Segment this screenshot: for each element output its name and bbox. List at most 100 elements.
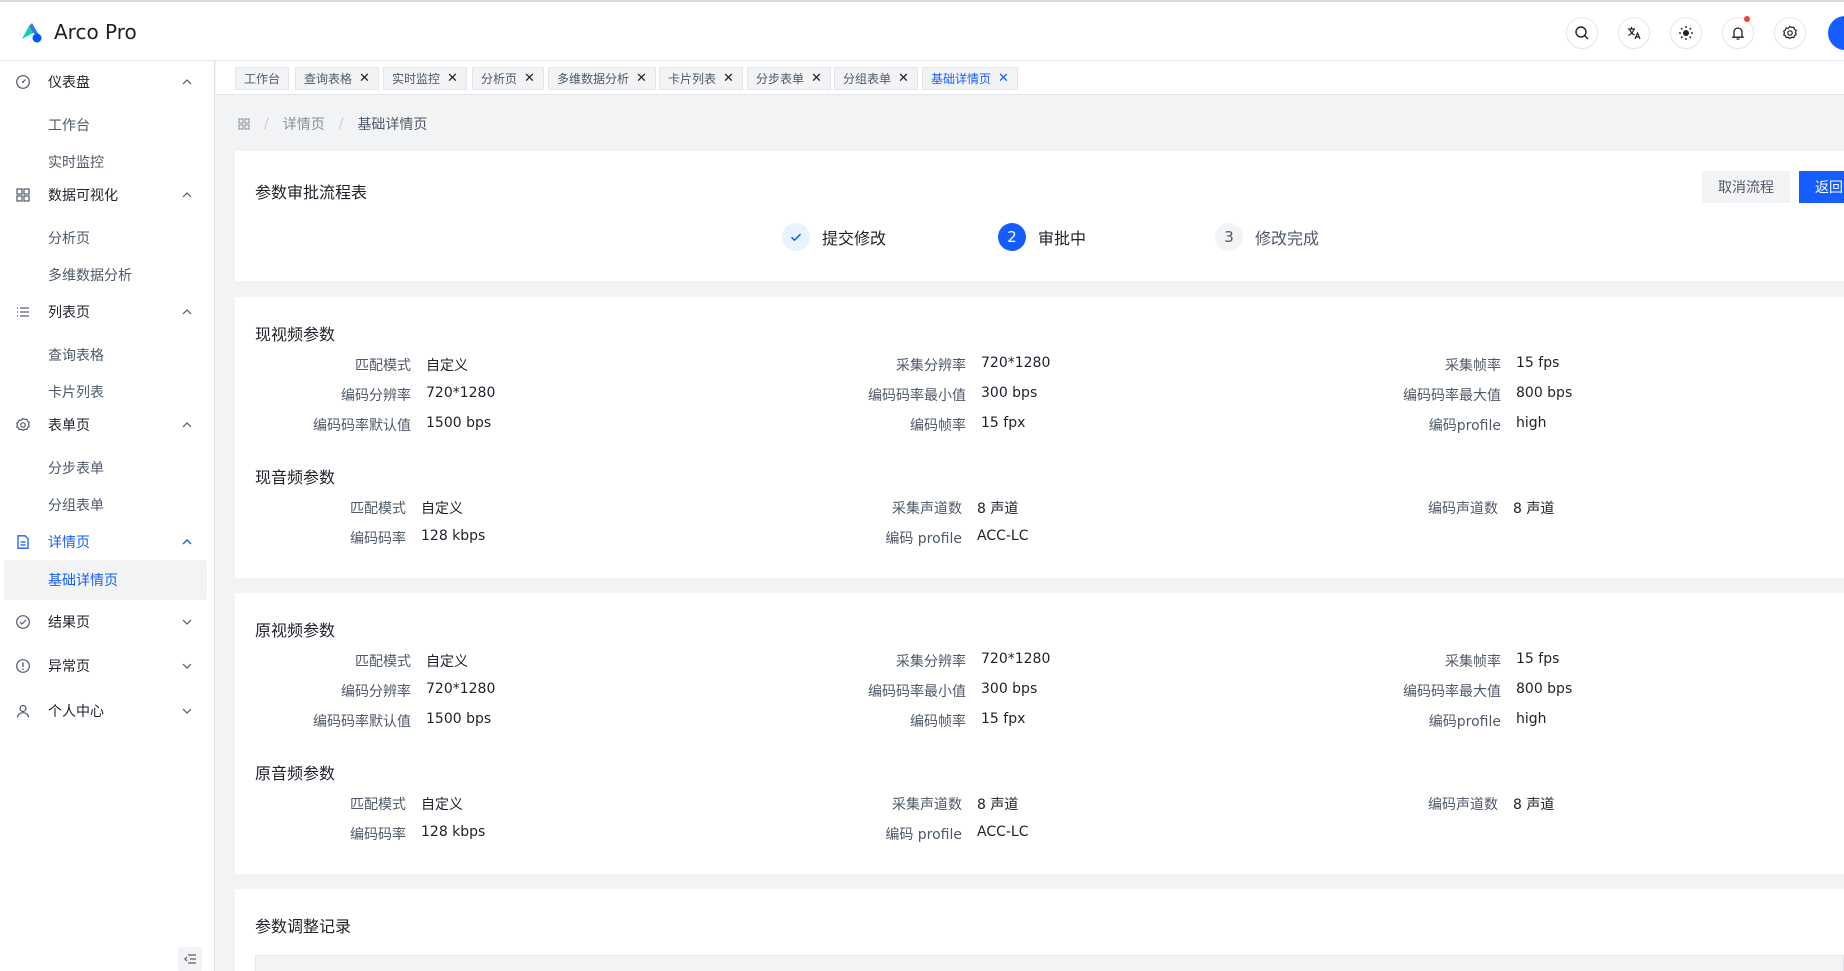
tab-card-list[interactable]: 卡片列表 ✕ (659, 67, 743, 90)
close-icon[interactable]: ✕ (811, 71, 822, 86)
tab-workplace[interactable]: 工作台 (235, 67, 290, 90)
desc-value: 128 kbps (421, 528, 486, 544)
desc-value: 720*1280 (426, 385, 496, 401)
desc-value: 8 声道 (977, 797, 1019, 813)
chevron-up-icon (182, 422, 192, 428)
desc-label: 编码码率 (350, 827, 406, 843)
tab-group-form[interactable]: 分组表单 ✕ (834, 67, 918, 90)
sidebar-group-result[interactable]: 结果页 (0, 602, 215, 642)
desc-label: 匹配模式 (355, 654, 411, 670)
desc-item: 匹配模式 自定义 (291, 794, 463, 814)
close-icon[interactable]: ✕ (998, 71, 1009, 86)
list-icon (17, 307, 29, 317)
desc-label: 编码码率最大值 (1403, 684, 1501, 700)
tab-monitor[interactable]: 实时监控 ✕ (383, 67, 467, 90)
tab-analysis[interactable]: 分析页 ✕ (472, 67, 544, 90)
sidebar-group-form[interactable]: 表单页 (0, 405, 215, 445)
desc-item: 采集分辨率 720*1280 (826, 355, 1050, 375)
desc-value: 800 bps (1516, 681, 1573, 697)
desc-item: 采集帧率 15 fps (1361, 651, 1559, 671)
close-icon[interactable]: ✕ (723, 71, 734, 86)
notification-badge (1744, 16, 1750, 22)
desc-item: 编码声道数 8 声道 (1361, 498, 1554, 518)
theme-toggle-button[interactable] (1670, 17, 1702, 49)
bell-icon (1731, 27, 1745, 40)
step-label: 提交修改 (822, 229, 887, 248)
gear-icon (1783, 25, 1797, 39)
close-icon[interactable]: ✕ (447, 71, 458, 86)
sidebar-group-user[interactable]: 个人中心 (0, 691, 215, 731)
sidebar-item-group-form[interactable]: 分组表单 (4, 485, 207, 525)
sidebar-item-multi-dimension[interactable]: 多维数据分析 (4, 255, 207, 295)
sidebar-item-label: 分组表单 (48, 498, 104, 514)
desc-value: 720*1280 (981, 651, 1051, 667)
desc-item: 编码码率 128 kbps (291, 528, 485, 548)
sidebar-group-list[interactable]: 列表页 (0, 292, 215, 332)
tab-basic-profile[interactable]: 基础详情页 ✕ (922, 67, 1018, 90)
desc-label: 编码帧率 (910, 714, 966, 730)
sidebar-item-workplace[interactable]: 工作台 (4, 105, 207, 145)
tab-step-form[interactable]: 分步表单 ✕ (747, 67, 831, 90)
desc-label: 编码声道数 (1428, 501, 1498, 517)
search-button[interactable] (1566, 17, 1598, 49)
chevron-down-icon (182, 619, 192, 625)
breadcrumb-item[interactable]: 详情页 (283, 114, 325, 134)
close-icon[interactable]: ✕ (359, 71, 370, 86)
sidebar-group-label: 结果页 (48, 615, 90, 631)
apps-icon[interactable] (238, 118, 250, 130)
tab-search-table[interactable]: 查询表格 ✕ (295, 67, 379, 90)
sidebar-group-visualization[interactable]: 数据可视化 (0, 175, 215, 215)
user-icon (16, 704, 30, 718)
sidebar-item-label: 分步表单 (48, 461, 104, 477)
step-label: 审批中 (1038, 229, 1087, 248)
settings-button[interactable] (1774, 17, 1806, 49)
logo[interactable]: Arco Pro (18, 20, 137, 44)
desc-value: high (1516, 711, 1547, 727)
desc-value: 720*1280 (981, 355, 1051, 371)
sidebar-group-profile[interactable]: 详情页 (0, 522, 215, 562)
step-check-icon (782, 223, 810, 251)
back-button[interactable]: 返回 (1799, 171, 1844, 203)
breadcrumb: / 详情页 / 基础详情页 (238, 114, 427, 134)
nav-actions (1566, 16, 1806, 49)
sidebar-collapse-button[interactable] (178, 947, 202, 971)
user-avatar[interactable] (1828, 16, 1844, 50)
close-icon[interactable]: ✕ (636, 71, 647, 86)
tab-multi-dimension[interactable]: 多维数据分析 ✕ (548, 67, 656, 90)
desc-label: 编码码率最小值 (868, 684, 966, 700)
close-icon[interactable]: ✕ (898, 71, 909, 86)
sidebar-item-step-form[interactable]: 分步表单 (4, 448, 207, 488)
sidebar-item-search-table[interactable]: 查询表格 (4, 335, 207, 375)
desc-item: 编码 profile ACC-LC (826, 528, 1028, 548)
sidebar-group-exception[interactable]: 异常页 (0, 646, 215, 686)
desc-label: 编码码率默认值 (313, 714, 411, 730)
desc-label: 编码声道数 (1428, 797, 1498, 813)
desc-item: 编码分辨率 720*1280 (291, 681, 495, 701)
sidebar-item-label: 卡片列表 (48, 385, 104, 401)
language-button[interactable] (1618, 17, 1650, 49)
sun-icon (1679, 26, 1693, 40)
notification-button[interactable] (1722, 16, 1754, 49)
desc-value: 8 声道 (1513, 797, 1555, 813)
chevron-down-icon (182, 663, 192, 669)
original-params-card: 原视频参数 匹配模式 自定义 采集分辨率 720*1280 采集帧率 15 fps 编… (235, 593, 1844, 874)
cancel-flow-button[interactable]: 取消流程 (1702, 171, 1790, 203)
sidebar-item-label: 多维数据分析 (48, 268, 132, 284)
desc-value: 720*1280 (426, 681, 496, 697)
settings-icon (16, 417, 30, 431)
desc-item: 编码码率默认值 1500 bps (291, 415, 491, 435)
step-submit: 提交修改 (782, 223, 886, 251)
breadcrumb-separator: / (264, 116, 269, 132)
sidebar-group-dashboard[interactable]: 仪表盘 (0, 62, 215, 102)
file-icon (17, 535, 29, 549)
desc-item: 编码码率最大值 800 bps (1361, 681, 1572, 701)
sidebar-group-label: 仪表盘 (48, 75, 90, 91)
desc-item: 采集声道数 8 声道 (826, 794, 1018, 814)
current-params-card: 现视频参数 匹配模式 自定义 采集分辨率 720*1280 采集帧率 15 fps 编… (235, 297, 1844, 578)
sidebar-item-analysis[interactable]: 分析页 (4, 218, 207, 258)
desc-item: 采集分辨率 720*1280 (826, 651, 1050, 671)
sidebar-item-basic-profile[interactable]: 基础详情页 (4, 560, 207, 600)
close-icon[interactable]: ✕ (524, 71, 535, 86)
desc-label: 编码码率 (350, 531, 406, 547)
desc-value: 300 bps (981, 385, 1038, 401)
